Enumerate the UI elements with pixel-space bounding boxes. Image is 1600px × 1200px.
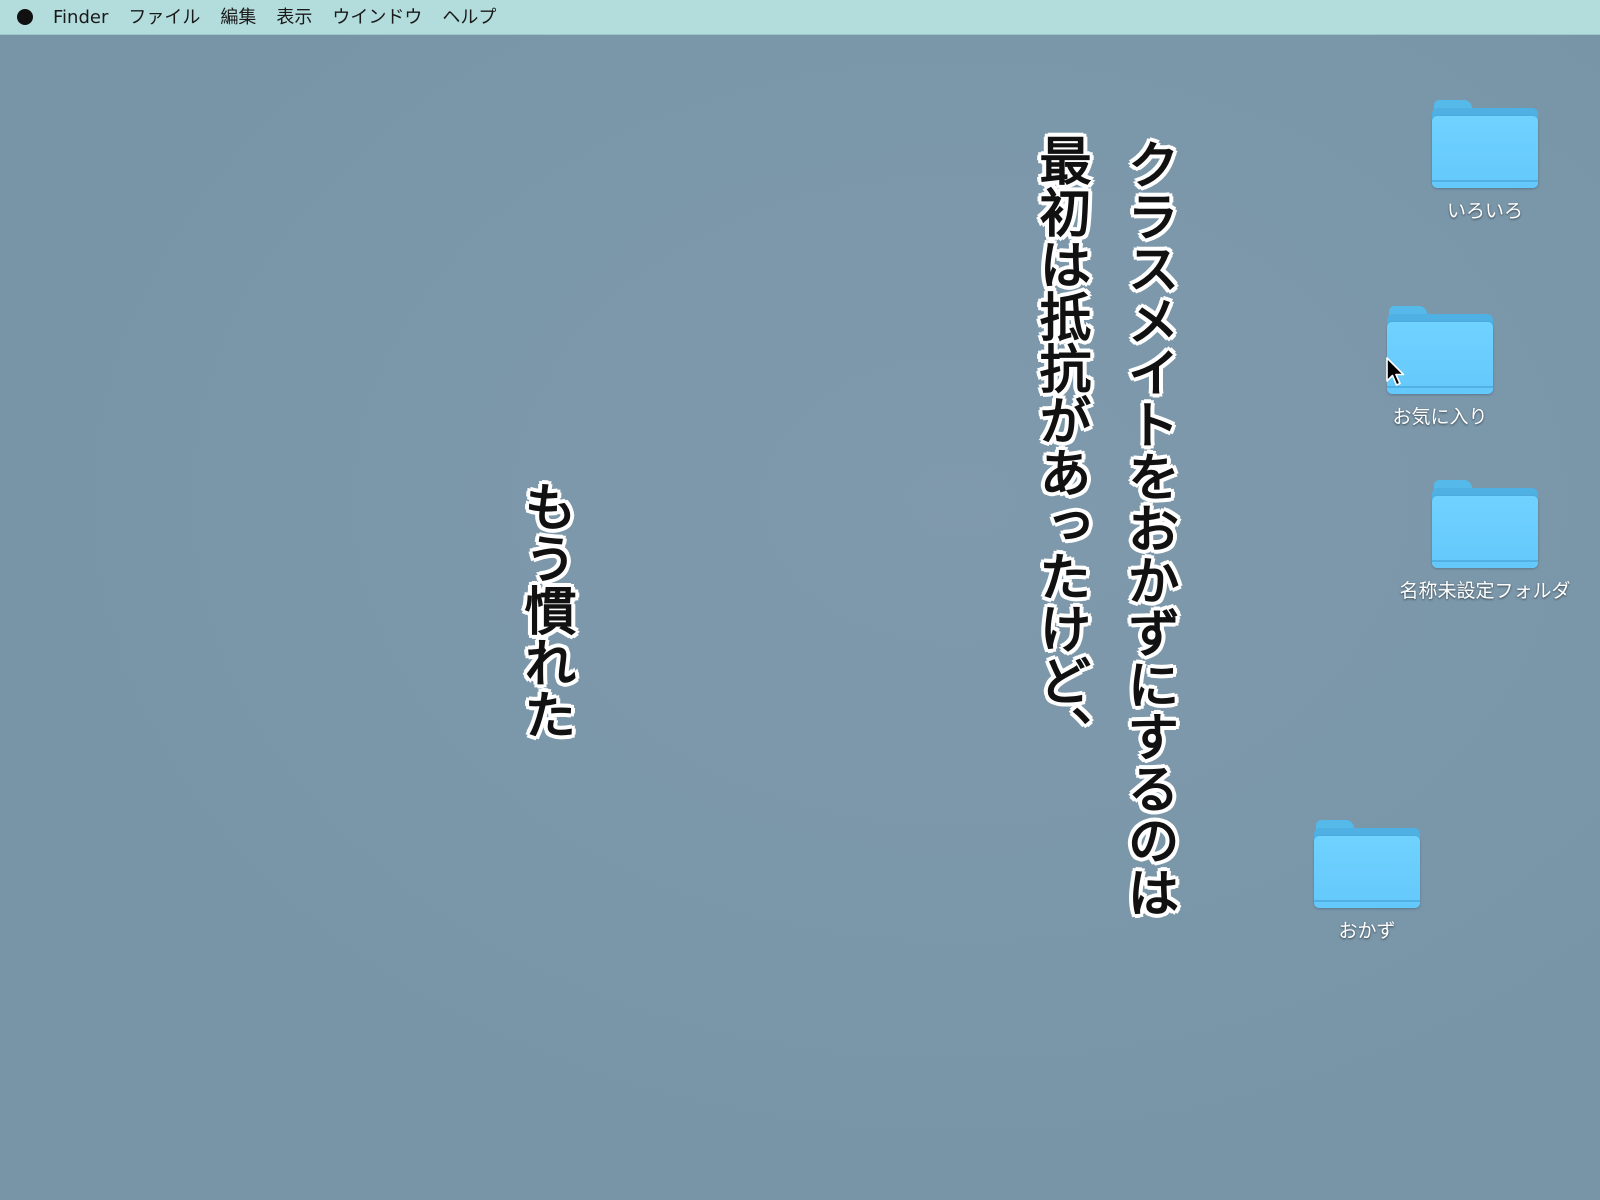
- folder-label[interactable]: いろいろ: [1447, 196, 1523, 223]
- caption-text-1: クラスメイトをおかずにするのは: [1118, 138, 1178, 918]
- menu-view[interactable]: 表示: [276, 0, 312, 35]
- folder-icon[interactable]: [1432, 480, 1538, 568]
- mouse-cursor-icon: [1386, 357, 1405, 386]
- folder-label[interactable]: 名称未設定フォルダ: [1399, 576, 1570, 603]
- caption-text-3: もう慣れた: [515, 480, 575, 740]
- apple-icon[interactable]: [17, 9, 33, 25]
- folder-okazu[interactable]: おかず: [1267, 820, 1467, 943]
- desktop-background[interactable]: [0, 35, 1600, 1200]
- folder-okiniiri[interactable]: お気に入り: [1340, 306, 1540, 429]
- menu-finder[interactable]: Finder: [53, 0, 108, 35]
- folder-iroiro[interactable]: いろいろ: [1385, 100, 1585, 223]
- folder-label[interactable]: おかず: [1338, 916, 1395, 943]
- menu-help[interactable]: ヘルプ: [442, 0, 496, 35]
- menu-file[interactable]: ファイル: [128, 0, 200, 35]
- menu-edit[interactable]: 編集: [220, 0, 256, 35]
- menu-bar: Finder ファイル 編集 表示 ウインドウ ヘルプ: [0, 0, 1600, 35]
- folder-icon[interactable]: [1432, 100, 1538, 188]
- folder-label[interactable]: お気に入り: [1392, 402, 1487, 429]
- folder-icon[interactable]: [1314, 820, 1420, 908]
- caption-text-2: 最初は抵抗があったけど、: [1030, 134, 1090, 758]
- folder-untitled[interactable]: 名称未設定フォルダ: [1385, 480, 1585, 603]
- menu-window[interactable]: ウインドウ: [332, 0, 422, 35]
